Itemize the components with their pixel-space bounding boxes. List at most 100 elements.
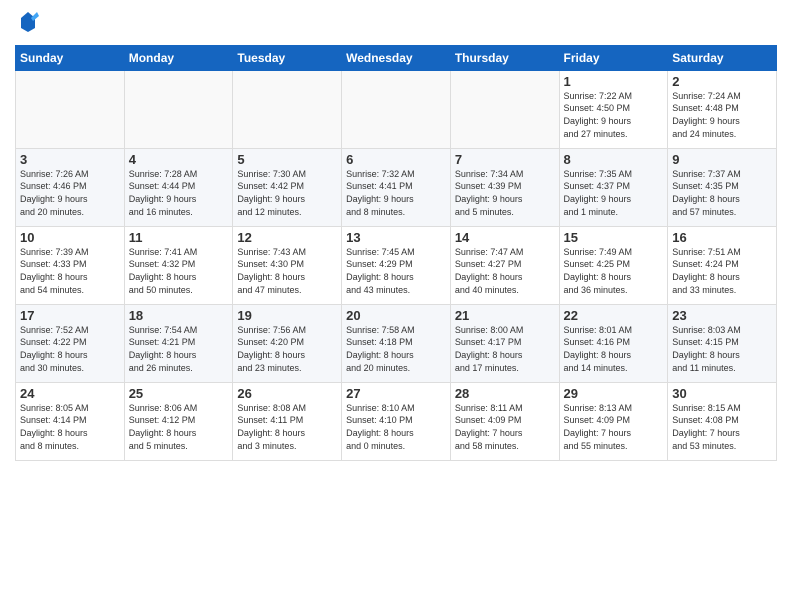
weekday-header-tuesday: Tuesday xyxy=(233,45,342,70)
calendar-cell: 14Sunrise: 7:47 AMSunset: 4:27 PMDayligh… xyxy=(450,226,559,304)
weekday-header-saturday: Saturday xyxy=(668,45,777,70)
calendar-cell xyxy=(450,70,559,148)
day-number: 21 xyxy=(455,308,555,323)
calendar-cell: 11Sunrise: 7:41 AMSunset: 4:32 PMDayligh… xyxy=(124,226,233,304)
day-number: 24 xyxy=(20,386,120,401)
day-info: Sunrise: 7:58 AMSunset: 4:18 PMDaylight:… xyxy=(346,324,446,374)
day-info: Sunrise: 7:54 AMSunset: 4:21 PMDaylight:… xyxy=(129,324,229,374)
day-number: 14 xyxy=(455,230,555,245)
calendar-cell: 7Sunrise: 7:34 AMSunset: 4:39 PMDaylight… xyxy=(450,148,559,226)
calendar-cell xyxy=(16,70,125,148)
day-number: 29 xyxy=(564,386,664,401)
day-number: 5 xyxy=(237,152,337,167)
day-info: Sunrise: 8:11 AMSunset: 4:09 PMDaylight:… xyxy=(455,402,555,452)
day-info: Sunrise: 7:51 AMSunset: 4:24 PMDaylight:… xyxy=(672,246,772,296)
day-number: 13 xyxy=(346,230,446,245)
day-info: Sunrise: 7:30 AMSunset: 4:42 PMDaylight:… xyxy=(237,168,337,218)
day-number: 4 xyxy=(129,152,229,167)
day-info: Sunrise: 7:22 AMSunset: 4:50 PMDaylight:… xyxy=(564,90,664,140)
day-number: 25 xyxy=(129,386,229,401)
calendar-container: SundayMondayTuesdayWednesdayThursdayFrid… xyxy=(0,0,792,471)
day-info: Sunrise: 8:03 AMSunset: 4:15 PMDaylight:… xyxy=(672,324,772,374)
calendar-week-5: 24Sunrise: 8:05 AMSunset: 4:14 PMDayligh… xyxy=(16,382,777,460)
calendar-week-4: 17Sunrise: 7:52 AMSunset: 4:22 PMDayligh… xyxy=(16,304,777,382)
day-info: Sunrise: 7:37 AMSunset: 4:35 PMDaylight:… xyxy=(672,168,772,218)
calendar-cell: 8Sunrise: 7:35 AMSunset: 4:37 PMDaylight… xyxy=(559,148,668,226)
day-number: 19 xyxy=(237,308,337,323)
day-info: Sunrise: 7:45 AMSunset: 4:29 PMDaylight:… xyxy=(346,246,446,296)
day-info: Sunrise: 7:56 AMSunset: 4:20 PMDaylight:… xyxy=(237,324,337,374)
day-number: 6 xyxy=(346,152,446,167)
calendar-cell: 5Sunrise: 7:30 AMSunset: 4:42 PMDaylight… xyxy=(233,148,342,226)
day-number: 3 xyxy=(20,152,120,167)
day-number: 11 xyxy=(129,230,229,245)
day-info: Sunrise: 8:10 AMSunset: 4:10 PMDaylight:… xyxy=(346,402,446,452)
calendar-cell: 9Sunrise: 7:37 AMSunset: 4:35 PMDaylight… xyxy=(668,148,777,226)
day-number: 18 xyxy=(129,308,229,323)
calendar-week-3: 10Sunrise: 7:39 AMSunset: 4:33 PMDayligh… xyxy=(16,226,777,304)
calendar-cell: 29Sunrise: 8:13 AMSunset: 4:09 PMDayligh… xyxy=(559,382,668,460)
day-info: Sunrise: 7:52 AMSunset: 4:22 PMDaylight:… xyxy=(20,324,120,374)
weekday-header-thursday: Thursday xyxy=(450,45,559,70)
day-number: 28 xyxy=(455,386,555,401)
calendar-cell: 22Sunrise: 8:01 AMSunset: 4:16 PMDayligh… xyxy=(559,304,668,382)
calendar-cell xyxy=(124,70,233,148)
day-info: Sunrise: 7:49 AMSunset: 4:25 PMDaylight:… xyxy=(564,246,664,296)
day-number: 1 xyxy=(564,74,664,89)
calendar-cell: 25Sunrise: 8:06 AMSunset: 4:12 PMDayligh… xyxy=(124,382,233,460)
day-number: 17 xyxy=(20,308,120,323)
day-info: Sunrise: 7:24 AMSunset: 4:48 PMDaylight:… xyxy=(672,90,772,140)
day-info: Sunrise: 7:26 AMSunset: 4:46 PMDaylight:… xyxy=(20,168,120,218)
calendar-week-1: 1Sunrise: 7:22 AMSunset: 4:50 PMDaylight… xyxy=(16,70,777,148)
calendar-cell: 24Sunrise: 8:05 AMSunset: 4:14 PMDayligh… xyxy=(16,382,125,460)
weekday-header-monday: Monday xyxy=(124,45,233,70)
calendar-cell: 26Sunrise: 8:08 AMSunset: 4:11 PMDayligh… xyxy=(233,382,342,460)
calendar-cell: 21Sunrise: 8:00 AMSunset: 4:17 PMDayligh… xyxy=(450,304,559,382)
calendar-table: SundayMondayTuesdayWednesdayThursdayFrid… xyxy=(15,45,777,461)
day-info: Sunrise: 8:01 AMSunset: 4:16 PMDaylight:… xyxy=(564,324,664,374)
calendar-cell: 27Sunrise: 8:10 AMSunset: 4:10 PMDayligh… xyxy=(342,382,451,460)
day-info: Sunrise: 8:13 AMSunset: 4:09 PMDaylight:… xyxy=(564,402,664,452)
day-number: 26 xyxy=(237,386,337,401)
day-info: Sunrise: 8:08 AMSunset: 4:11 PMDaylight:… xyxy=(237,402,337,452)
day-number: 16 xyxy=(672,230,772,245)
calendar-cell: 12Sunrise: 7:43 AMSunset: 4:30 PMDayligh… xyxy=(233,226,342,304)
calendar-cell: 4Sunrise: 7:28 AMSunset: 4:44 PMDaylight… xyxy=(124,148,233,226)
day-number: 12 xyxy=(237,230,337,245)
day-info: Sunrise: 8:06 AMSunset: 4:12 PMDaylight:… xyxy=(129,402,229,452)
calendar-cell: 13Sunrise: 7:45 AMSunset: 4:29 PMDayligh… xyxy=(342,226,451,304)
day-info: Sunrise: 7:35 AMSunset: 4:37 PMDaylight:… xyxy=(564,168,664,218)
day-info: Sunrise: 8:15 AMSunset: 4:08 PMDaylight:… xyxy=(672,402,772,452)
day-info: Sunrise: 7:32 AMSunset: 4:41 PMDaylight:… xyxy=(346,168,446,218)
day-number: 27 xyxy=(346,386,446,401)
day-info: Sunrise: 7:41 AMSunset: 4:32 PMDaylight:… xyxy=(129,246,229,296)
calendar-cell: 30Sunrise: 8:15 AMSunset: 4:08 PMDayligh… xyxy=(668,382,777,460)
calendar-cell: 2Sunrise: 7:24 AMSunset: 4:48 PMDaylight… xyxy=(668,70,777,148)
weekday-header-row: SundayMondayTuesdayWednesdayThursdayFrid… xyxy=(16,45,777,70)
calendar-cell: 19Sunrise: 7:56 AMSunset: 4:20 PMDayligh… xyxy=(233,304,342,382)
calendar-cell: 16Sunrise: 7:51 AMSunset: 4:24 PMDayligh… xyxy=(668,226,777,304)
day-info: Sunrise: 7:28 AMSunset: 4:44 PMDaylight:… xyxy=(129,168,229,218)
day-info: Sunrise: 7:34 AMSunset: 4:39 PMDaylight:… xyxy=(455,168,555,218)
logo-icon xyxy=(17,10,39,32)
calendar-cell: 15Sunrise: 7:49 AMSunset: 4:25 PMDayligh… xyxy=(559,226,668,304)
calendar-header xyxy=(15,10,777,37)
calendar-cell: 17Sunrise: 7:52 AMSunset: 4:22 PMDayligh… xyxy=(16,304,125,382)
day-number: 23 xyxy=(672,308,772,323)
day-info: Sunrise: 7:39 AMSunset: 4:33 PMDaylight:… xyxy=(20,246,120,296)
calendar-week-2: 3Sunrise: 7:26 AMSunset: 4:46 PMDaylight… xyxy=(16,148,777,226)
weekday-header-sunday: Sunday xyxy=(16,45,125,70)
day-info: Sunrise: 7:43 AMSunset: 4:30 PMDaylight:… xyxy=(237,246,337,296)
calendar-cell: 1Sunrise: 7:22 AMSunset: 4:50 PMDaylight… xyxy=(559,70,668,148)
calendar-cell xyxy=(342,70,451,148)
logo xyxy=(15,10,39,37)
day-number: 22 xyxy=(564,308,664,323)
calendar-cell: 20Sunrise: 7:58 AMSunset: 4:18 PMDayligh… xyxy=(342,304,451,382)
day-number: 20 xyxy=(346,308,446,323)
calendar-cell: 6Sunrise: 7:32 AMSunset: 4:41 PMDaylight… xyxy=(342,148,451,226)
weekday-header-wednesday: Wednesday xyxy=(342,45,451,70)
weekday-header-friday: Friday xyxy=(559,45,668,70)
day-number: 2 xyxy=(672,74,772,89)
day-number: 7 xyxy=(455,152,555,167)
calendar-cell xyxy=(233,70,342,148)
